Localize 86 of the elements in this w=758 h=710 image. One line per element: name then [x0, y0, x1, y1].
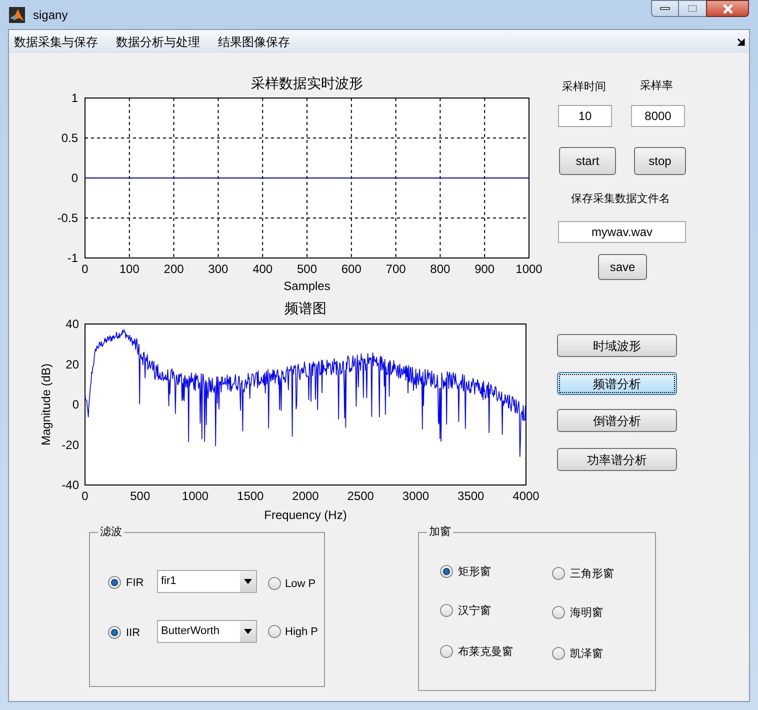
- dock-arrow-icon[interactable]: [737, 38, 745, 46]
- tick-label: 1000: [182, 489, 209, 503]
- maximize-icon: [688, 5, 697, 12]
- input-field[interactable]: 10: [558, 105, 612, 127]
- tick-label: -0.5: [57, 211, 78, 225]
- analysis-button[interactable]: 频谱分析: [557, 372, 677, 395]
- radio-button[interactable]: [440, 565, 453, 578]
- radio-label: IIR: [126, 626, 140, 641]
- tick-label: 1000: [516, 262, 542, 276]
- radio-label: Low P: [285, 577, 316, 592]
- input-field[interactable]: mywav.wav: [558, 221, 686, 243]
- radio-label: 矩形窗: [458, 564, 491, 580]
- menu-item[interactable]: 结果图像保存: [218, 32, 290, 50]
- tick-label: 0: [82, 489, 88, 503]
- action-button[interactable]: start: [559, 147, 616, 175]
- radio-label: 三角形窗: [570, 566, 614, 582]
- analysis-button[interactable]: 倒谱分析: [557, 409, 677, 432]
- tick-label: 0: [71, 171, 78, 185]
- tick-label: 0: [82, 262, 88, 276]
- menu-item[interactable]: 数据分析与处理: [116, 32, 200, 50]
- app-logo-icon: [9, 6, 25, 22]
- radio-button[interactable]: [552, 567, 565, 580]
- tick-label: 0.5: [61, 131, 78, 145]
- radio-button[interactable]: [268, 625, 281, 638]
- radio-button[interactable]: [108, 576, 121, 589]
- input-field[interactable]: 8000: [631, 105, 685, 127]
- close-button[interactable]: [706, 0, 749, 17]
- tick-label: 200: [164, 262, 184, 276]
- tick-label: 20: [66, 357, 79, 372]
- radio-button[interactable]: [552, 606, 565, 619]
- tick-label: 800: [430, 262, 450, 276]
- chart-title: 频谱图: [284, 300, 326, 316]
- close-icon: [722, 4, 734, 14]
- action-button[interactable]: stop: [634, 147, 686, 175]
- dropdown-arrow-icon: [244, 579, 252, 584]
- tick-label: 700: [386, 262, 406, 276]
- dropdown-arrow-icon: [244, 629, 252, 634]
- minimize-button[interactable]: [651, 0, 679, 17]
- radio-button[interactable]: [268, 577, 281, 590]
- axis-label: Samples: [284, 279, 330, 293]
- minimize-icon: [660, 7, 670, 10]
- radio-button[interactable]: [108, 626, 121, 639]
- field-label: 采样率: [640, 78, 673, 94]
- tick-label: -40: [62, 478, 79, 492]
- field-label: 保存采集数据文件名: [571, 192, 670, 207]
- save-button[interactable]: save: [598, 254, 647, 280]
- tick-label: 3000: [402, 489, 430, 503]
- tick-label: 1: [71, 91, 78, 105]
- axis-label: Frequency (Hz): [264, 508, 347, 522]
- field-label: 采样时间: [562, 80, 606, 95]
- analysis-button[interactable]: 时域波形: [557, 334, 677, 357]
- axis-label: Magnitude (dB): [39, 363, 53, 446]
- tick-label: 1500: [237, 489, 264, 503]
- chart-title: 采样数据实时波形: [251, 75, 363, 91]
- radio-label: FIR: [126, 576, 144, 591]
- tick-label: 40: [66, 317, 79, 331]
- tick-label: 400: [252, 262, 273, 276]
- tick-label: -20: [62, 438, 79, 452]
- tick-label: 500: [130, 489, 150, 503]
- tick-label: 500: [296, 262, 318, 276]
- radio-button[interactable]: [440, 645, 453, 658]
- tick-label: 600: [341, 262, 362, 276]
- dropdown[interactable]: fir1: [157, 570, 257, 593]
- radio-label: 凯泽窗: [570, 646, 603, 662]
- menu-item[interactable]: 数据采集与保存: [14, 32, 98, 50]
- tick-label: 100: [119, 262, 140, 276]
- panel-title: 滤波: [98, 525, 124, 539]
- radio-button[interactable]: [552, 647, 565, 660]
- radio-label: 布莱克曼窗: [458, 644, 513, 660]
- maximize-button[interactable]: [679, 0, 706, 17]
- tick-label: 2500: [347, 489, 374, 503]
- tick-label: 4000: [512, 489, 540, 503]
- radio-label: High P: [285, 625, 318, 640]
- tick-label: 0: [72, 398, 79, 412]
- radio-label: 汉宁窗: [458, 604, 491, 619]
- analysis-button[interactable]: 功率谱分析: [557, 448, 677, 471]
- dropdown[interactable]: ButterWorth: [157, 620, 257, 643]
- panel-title: 加窗: [427, 525, 453, 539]
- radio-label: 海明窗: [570, 606, 603, 621]
- tick-label: 3500: [458, 489, 484, 503]
- tick-label: 2000: [292, 489, 319, 503]
- tick-label: 900: [474, 262, 495, 276]
- window-title: sigany: [33, 6, 68, 24]
- tick-label: -1: [67, 251, 78, 265]
- tick-label: 300: [208, 262, 228, 276]
- radio-button[interactable]: [440, 604, 453, 617]
